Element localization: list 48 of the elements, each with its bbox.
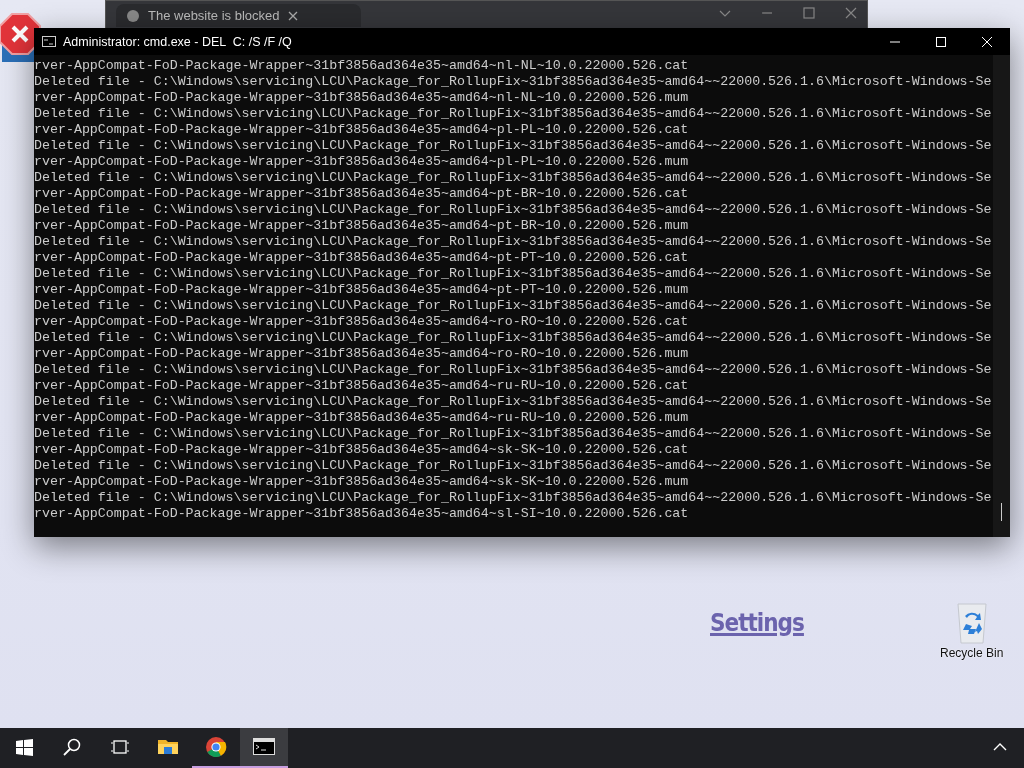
maximize-icon [935, 35, 947, 48]
console-line: rver-AppCompat-FoD-Package-Wrapper~31bf3856ad364e35~amd64~ro-RO~10.0.22000.526.mum [34, 346, 690, 362]
task-view-icon [111, 738, 129, 756]
search-icon [63, 738, 81, 756]
console-line: Deleted file - C:\Windows\servicing\LCU\Package_for_RollupFix~31bf3856ad364e35~amd64~~22000.526.1.6\Microsoft-Windows-Se [34, 266, 993, 282]
console-line: Deleted file - C:\Windows\servicing\LCU\Package_for_RollupFix~31bf3856ad364e35~amd64~~22000.526.1.6\Microsoft-Windows-Se [34, 362, 993, 378]
browser-tab[interactable]: The website is blocked [116, 4, 361, 27]
console-line: Deleted file - C:\Windows\servicing\LCU\Package_for_RollupFix~31bf3856ad364e35~amd64~~22000.526.1.6\Microsoft-Windows-Se [34, 394, 993, 410]
console-icon [42, 36, 56, 47]
console-line: Deleted file - C:\Windows\servicing\LCU\Package_for_RollupFix~31bf3856ad364e35~amd64~~22000.526.1.6\Microsoft-Windows-Se [34, 106, 993, 122]
console-line: Deleted file - C:\Windows\servicing\LCU\Package_for_RollupFix~31bf3856ad364e35~amd64~~22000.526.1.6\Microsoft-Windows-Se [34, 138, 993, 154]
console-line: Deleted file - C:\Windows\servicing\LCU\Package_for_RollupFix~31bf3856ad364e35~amd64~~22000.526.1.6\Microsoft-Windows-Se [34, 330, 993, 346]
console-line: Deleted file - C:\Windows\servicing\LCU\Package_for_RollupFix~31bf3856ad364e35~amd64~~22000.526.1.6\Microsoft-Windows-Se [34, 202, 993, 218]
globe-icon [126, 8, 140, 23]
console-icon [253, 736, 275, 758]
console-line: rver-AppCompat-FoD-Package-Wrapper~31bf3856ad364e35~amd64~nl-NL~10.0.22000.526.cat [34, 58, 690, 74]
taskbar-app[interactable] [240, 728, 288, 768]
console-line: rver-AppCompat-FoD-Package-Wrapper~31bf3856ad364e35~amd64~ro-RO~10.0.22000.526.cat [34, 314, 690, 330]
console-line: rver-AppCompat-FoD-Package-Wrapper~31bf3856ad364e35~amd64~pt-PT~10.0.22000.526.cat [34, 250, 690, 266]
console-line: Deleted file - C:\Windows\servicing\LCU\Package_for_RollupFix~31bf3856ad364e35~amd64~~22000.526.1.6\Microsoft-Windows-Se [34, 74, 993, 90]
console-line: rver-AppCompat-FoD-Package-Wrapper~31bf3856ad364e35~amd64~pt-BR~10.0.22000.526.mum [34, 218, 690, 234]
console-line: Deleted file - C:\Windows\servicing\LCU\Package_for_RollupFix~31bf3856ad364e35~amd64~~22000.526.1.6\Microsoft-Windows-Se [34, 490, 993, 506]
console-line: Deleted file - C:\Windows\servicing\LCU\Package_for_RollupFix~31bf3856ad364e35~amd64~~22000.526.1.6\Microsoft-Windows-Se [34, 298, 993, 314]
recycle-bin-icon [954, 602, 989, 644]
console-line: rver-AppCompat-FoD-Package-Wrapper~31bf3856ad364e35~amd64~pt-BR~10.0.22000.526.cat [34, 186, 690, 202]
settings-link[interactable]: Settings [710, 609, 804, 637]
console-line: rver-AppCompat-FoD-Package-Wrapper~31bf3856ad364e35~amd64~pl-PL~10.0.22000.526.cat [34, 122, 690, 138]
close-icon[interactable] [845, 7, 857, 19]
console-line: rver-AppCompat-FoD-Package-Wrapper~31bf3856ad364e35~amd64~pl-PL~10.0.22000.526.mum [34, 154, 690, 170]
desktop-icon[interactable]: Recycle Bin [940, 602, 1004, 660]
console-line: Deleted file - C:\Windows\servicing\LCU\Package_for_RollupFix~31bf3856ad364e35~amd64~~22000.526.1.6\Microsoft-Windows-Se [34, 170, 993, 186]
console-line: rver-AppCompat-FoD-Package-Wrapper~31bf3856ad364e35~amd64~nl-NL~10.0.22000.526.mum [34, 90, 690, 106]
console-line: Deleted file - C:\Windows\servicing\LCU\Package_for_RollupFix~31bf3856ad364e35~amd64~~22000.526.1.6\Microsoft-Windows-Se [34, 234, 993, 250]
console-line: rver-AppCompat-FoD-Package-Wrapper~31bf3856ad364e35~amd64~pt-PT~10.0.22000.526.mum [34, 282, 690, 298]
chevron-up-icon [993, 742, 1007, 752]
window-title: Administrator: cmd.exe - DEL C: /S /F /Q [63, 34, 293, 49]
console-line: rver-AppCompat-FoD-Package-Wrapper~31bf3856ad364e35~amd64~ru-RU~10.0.22000.526.cat [34, 378, 690, 394]
close-icon[interactable] [287, 10, 298, 21]
windows-logo-icon [15, 738, 33, 756]
chrome-icon [205, 736, 227, 758]
console-line: rver-AppCompat-FoD-Package-Wrapper~31bf3856ad364e35~amd64~ru-RU~10.0.22000.526.mum [34, 410, 690, 426]
console-line: rver-AppCompat-FoD-Package-Wrapper~31bf3856ad364e35~amd64~sk-SK~10.0.22000.526.cat [34, 442, 690, 458]
maximize-icon[interactable] [803, 7, 815, 19]
console-line: rver-AppCompat-FoD-Package-Wrapper~31bf3856ad364e35~amd64~sl-SI~10.0.22000.526.cat [34, 506, 690, 522]
close-icon [981, 35, 993, 48]
console-line: Deleted file - C:\Windows\servicing\LCU\Package_for_RollupFix~31bf3856ad364e35~amd64~~22000.526.1.6\Microsoft-Windows-Se [34, 458, 993, 474]
console-line: Deleted file - C:\Windows\servicing\LCU\Package_for_RollupFix~31bf3856ad364e35~amd64~~22000.526.1.6\Microsoft-Windows-Se [34, 426, 993, 442]
console-line: rver-AppCompat-FoD-Package-Wrapper~31bf3856ad364e35~amd64~sk-SK~10.0.22000.526.mum [34, 474, 690, 490]
